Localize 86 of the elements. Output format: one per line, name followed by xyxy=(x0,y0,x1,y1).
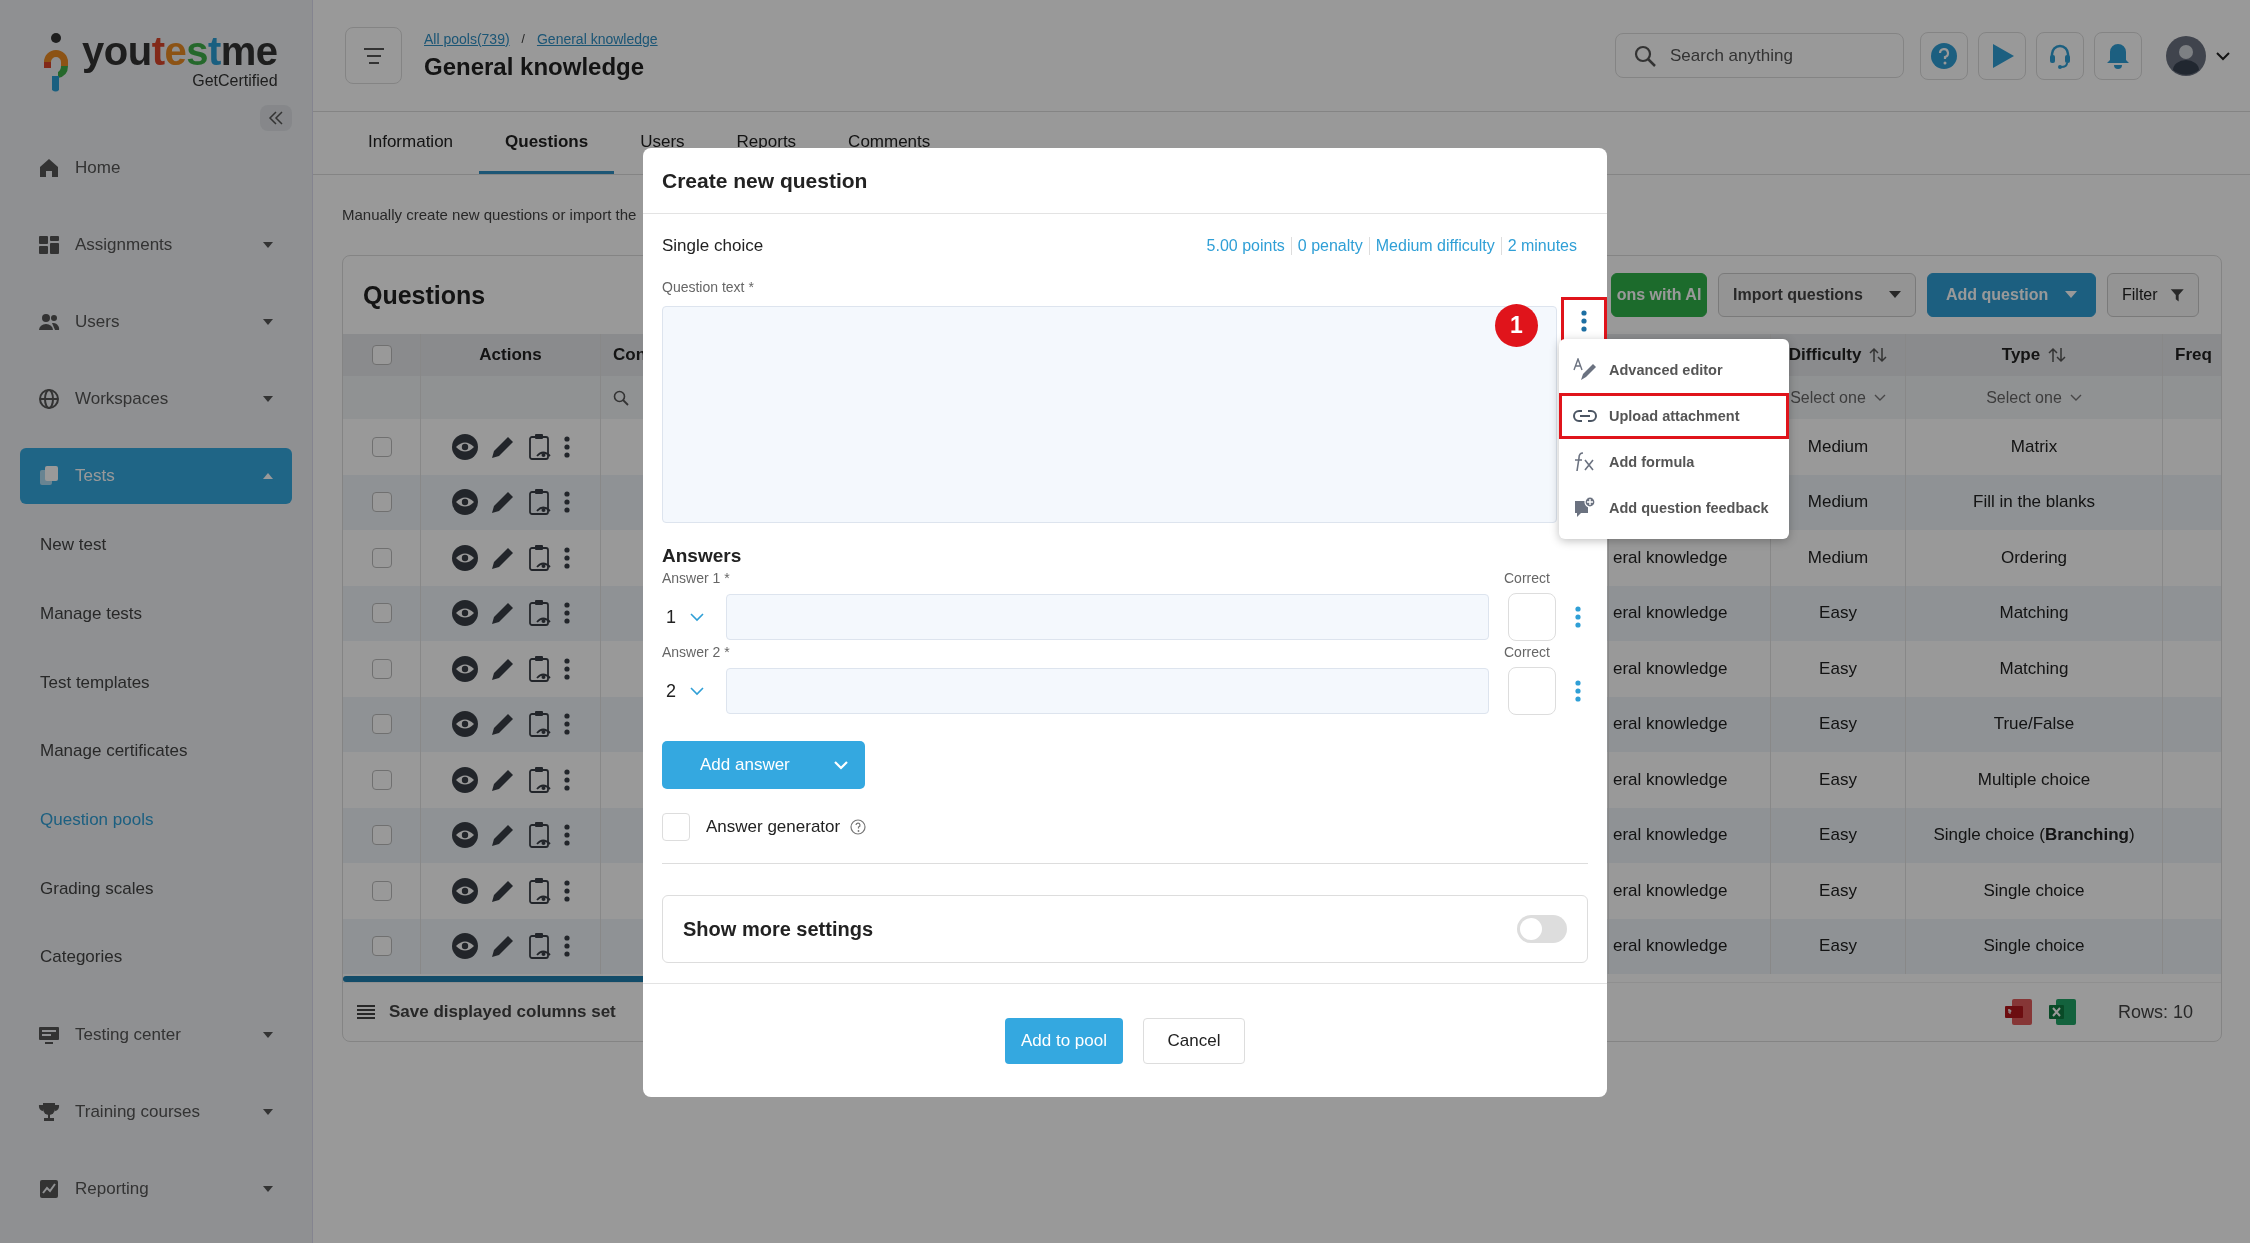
sidebar-item[interactable]: Workspaces xyxy=(20,371,292,427)
sidebar-subitem[interactable]: Grading scales xyxy=(20,854,292,924)
table-cell: Ordering xyxy=(2000,547,2068,568)
field-label: Answer 1 * xyxy=(662,570,731,586)
table-cell: Matching xyxy=(1999,603,2069,624)
table-cell: eral knowledge xyxy=(1613,714,1728,735)
field-label: Question text * xyxy=(662,279,755,297)
breadcrumb-separator: / xyxy=(521,31,525,46)
checkbox-label: Answer generator xyxy=(706,817,841,837)
table-cell: Easy xyxy=(1819,769,1857,790)
field-label: Correct xyxy=(1504,644,1550,660)
table-cell: eral knowledge xyxy=(1613,547,1728,568)
table-cell: Medium xyxy=(1807,547,1869,568)
add-answer-button[interactable]: Add answer xyxy=(662,741,865,789)
question-setting-link[interactable]: 2 minutes xyxy=(1500,237,1583,255)
table-cell: eral knowledge xyxy=(1613,880,1728,901)
table-cell: Medium xyxy=(1807,436,1869,457)
table-cell: Multiple choice xyxy=(1977,769,2091,790)
sidebar-item[interactable]: Training courses xyxy=(20,1083,292,1140)
sidebar-subitem[interactable]: Manage certificates xyxy=(20,717,292,786)
menu-item[interactable]: Add question feedback xyxy=(1559,485,1789,531)
answer-order-select[interactable]: 1 xyxy=(662,594,726,640)
logo-wordmark: youtestme xyxy=(82,30,278,72)
field-label: Correct xyxy=(1504,570,1550,586)
menu-item[interactable]: Add formula xyxy=(1559,439,1789,485)
page-title: General knowledge xyxy=(424,52,646,81)
table-cell: Easy xyxy=(1819,658,1857,679)
filter-select[interactable]: Select one xyxy=(1986,388,2082,407)
table-cell: eral knowledge xyxy=(1613,825,1728,846)
table-cell: Matrix xyxy=(2010,436,2058,457)
card-title: Questions xyxy=(363,280,486,310)
rows-count: Rows: 10 xyxy=(2117,1001,2193,1023)
tab[interactable]: Questions xyxy=(479,112,615,174)
cancel-button[interactable]: Cancel xyxy=(1143,1017,1245,1064)
filter-select[interactable]: Select one xyxy=(1790,388,1886,407)
question-setting-link[interactable]: 0 penalty xyxy=(1290,237,1369,255)
field-label: Answer 2 * xyxy=(662,644,731,660)
table-cell: Single choice xyxy=(1983,936,2085,957)
page-description: Manually create new questions or import the xyxy=(342,206,638,223)
column-header: Freq xyxy=(2175,345,2212,365)
table-cell: Single choice (Branching) xyxy=(1933,825,2135,846)
question-setting-link[interactable]: Medium difficulty xyxy=(1368,237,1501,255)
table-cell: Fill in the blanks xyxy=(1973,492,2095,513)
table-cell: Easy xyxy=(1819,825,1857,846)
panel-title: Show more settings xyxy=(683,917,874,941)
table-cell: Easy xyxy=(1819,936,1857,957)
add-to-pool-button[interactable]: Add to pool xyxy=(1005,1017,1123,1064)
question-type: Single choice xyxy=(662,236,764,256)
save-columns-button[interactable]: Save displayed columns set xyxy=(357,1002,616,1022)
dialog-title: Create new question xyxy=(662,168,868,193)
table-cell: eral knowledge xyxy=(1613,603,1728,624)
sidebar-subitem[interactable]: Categories xyxy=(20,923,292,992)
sidebar-subitem[interactable]: Manage tests xyxy=(20,579,292,649)
menu-item[interactable]: Advanced editor xyxy=(1559,347,1789,393)
breadcrumb-link[interactable]: General knowledge xyxy=(536,30,658,47)
column-header: Actions xyxy=(479,345,542,365)
sidebar-item[interactable]: Users xyxy=(20,294,292,350)
tab[interactable]: Information xyxy=(342,112,480,174)
sidebar-subitem[interactable]: New test xyxy=(20,511,292,580)
column-header[interactable]: Difficulty xyxy=(1788,345,1862,365)
sidebar-subitem[interactable]: Test templates xyxy=(20,648,292,718)
section-heading: Answers xyxy=(662,545,743,567)
question-setting-link[interactable]: 5.00 points xyxy=(1200,237,1291,255)
column-header[interactable]: Type xyxy=(2001,345,2041,365)
answer-order-select[interactable]: 2 xyxy=(662,668,726,714)
sidebar-item[interactable]: Assignments xyxy=(20,217,292,273)
table-cell: eral knowledge xyxy=(1613,658,1728,679)
table-cell: Matching xyxy=(1999,658,2069,679)
breadcrumb-link[interactable]: All pools(739) xyxy=(424,30,510,47)
import-button[interactable]: Import questions xyxy=(1718,273,1916,317)
table-cell: Single choice xyxy=(1983,880,2085,901)
add-question-button[interactable]: Add question xyxy=(1927,273,2096,317)
table-cell: eral knowledge xyxy=(1613,769,1728,790)
sidebar-item[interactable]: Home xyxy=(20,140,292,196)
sidebar-item[interactable]: Testing center xyxy=(20,1006,292,1063)
filter-button[interactable]: Filter xyxy=(2107,273,2199,317)
table-cell: True/False xyxy=(1993,714,2075,735)
table-cell: Easy xyxy=(1819,714,1857,735)
table-cell: Easy xyxy=(1819,603,1857,624)
table-cell: Easy xyxy=(1819,880,1857,901)
logo-tagline: GetCertified xyxy=(192,72,278,90)
menu-item[interactable]: Upload attachment xyxy=(1559,393,1789,439)
table-cell: Medium xyxy=(1807,492,1869,513)
table-cell: eral knowledge xyxy=(1613,936,1728,957)
search-field[interactable]: Search anything xyxy=(1615,33,1904,78)
sidebar-item[interactable]: Reporting xyxy=(20,1160,292,1217)
